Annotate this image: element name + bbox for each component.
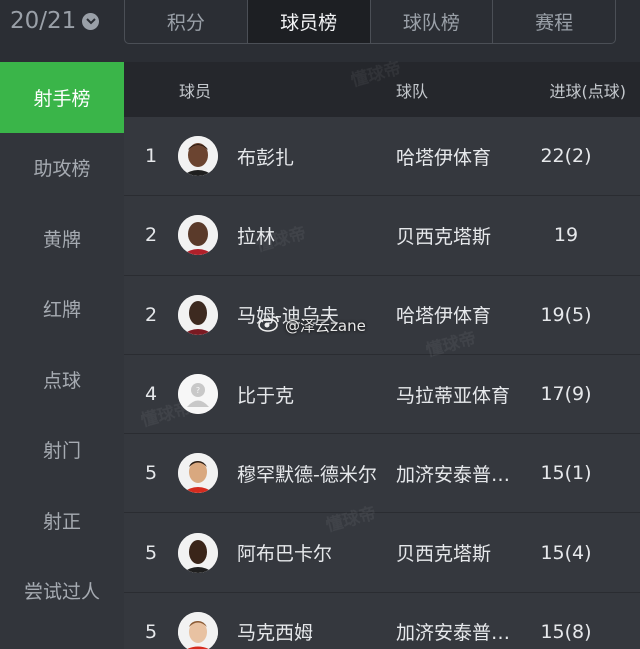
rank: 4 — [144, 383, 158, 406]
tab-standings[interactable]: 积分 — [125, 0, 248, 43]
sidebar-item-shots-on-target[interactable]: 射正 — [0, 485, 124, 556]
tab-team-rankings[interactable]: 球队榜 — [371, 0, 494, 43]
rank: 5 — [144, 620, 158, 643]
team-name: 贝西克塔斯 — [396, 225, 492, 248]
player-name: 马克西姆 — [237, 622, 314, 645]
table-row[interactable]: 2 马姆-迪乌夫 哈塔伊体育 19(5) — [124, 275, 640, 355]
avatar — [178, 453, 218, 494]
tab-schedule[interactable]: 赛程 — [493, 0, 615, 43]
goals: 15(1) — [540, 462, 592, 485]
weibo-watermark: @泽云zane — [258, 314, 366, 336]
sidebar-item-red-cards[interactable]: 红牌 — [0, 274, 124, 345]
table-row[interactable]: 5 马克西姆 加济安泰普体育 15(8) — [124, 592, 640, 649]
team-name: 哈塔伊体育 — [396, 146, 492, 169]
sidebar-item-penalties[interactable]: 点球 — [0, 344, 124, 415]
rank: 5 — [144, 541, 158, 564]
team-name: 马拉蒂亚体育 — [396, 384, 511, 407]
table-header: 球员 球队 进球(点球) — [124, 62, 640, 117]
avatar — [178, 611, 218, 649]
tab-bar: 积分 球员榜 球队榜 赛程 — [124, 0, 616, 44]
player-name: 拉林 — [237, 225, 276, 248]
avatar — [178, 532, 218, 573]
sidebar-item-yellow-cards[interactable]: 黄牌 — [0, 203, 124, 274]
rank: 1 — [144, 145, 158, 168]
table-row[interactable]: 5 穆罕默德-德米尔 加济安泰普体育 15(1) — [124, 434, 640, 514]
svg-text:?: ? — [196, 386, 200, 395]
player-name: 穆罕默德-德米尔 — [237, 463, 377, 486]
goals: 15(8) — [540, 620, 592, 643]
team-name: 加济安泰普体育 — [396, 622, 526, 645]
chevron-down-icon — [82, 12, 100, 30]
season-selector[interactable]: 20/21 — [10, 4, 100, 38]
player-name: 比于克 — [237, 384, 295, 407]
top-bar: 20/21 积分 球员榜 球队榜 赛程 — [0, 0, 640, 62]
avatar — [178, 294, 218, 335]
header-team: 球队 — [396, 81, 429, 101]
team-name: 哈塔伊体育 — [396, 305, 492, 328]
tab-player-rankings[interactable]: 球员榜 — [247, 0, 371, 43]
avatar — [178, 215, 218, 256]
weibo-icon — [258, 314, 280, 336]
season-label: 20/21 — [10, 8, 77, 34]
goals: 19 — [553, 224, 579, 247]
player-name: 阿布巴卡尔 — [237, 543, 333, 566]
table-row[interactable]: 2 拉林 贝西克塔斯 19 — [124, 196, 640, 276]
rankings-table: 球员 球队 进球(点球) 1 布彭扎 哈塔伊体育 22(2) 2 拉林 贝西克塔… — [124, 62, 640, 649]
team-name: 贝西克塔斯 — [396, 543, 492, 566]
sidebar-item-dribbles[interactable]: 尝试过人 — [0, 556, 124, 627]
team-name: 加济安泰普体育 — [396, 463, 526, 486]
table-row[interactable]: 1 布彭扎 哈塔伊体育 22(2) — [124, 117, 640, 197]
sidebar-item-shots[interactable]: 射门 — [0, 415, 124, 486]
table-row[interactable]: 4 ? 比于克 马拉蒂亚体育 17(9) — [124, 354, 640, 435]
header-player: 球员 — [179, 81, 212, 101]
goals: 22(2) — [540, 145, 592, 168]
player-name: 布彭扎 — [237, 146, 295, 169]
header-goals: 进球(点球) — [549, 81, 627, 101]
placeholder-avatar-icon: ? — [178, 374, 218, 415]
rank: 5 — [144, 462, 158, 485]
rank: 2 — [144, 224, 158, 247]
goals: 15(4) — [540, 541, 592, 564]
goals: 19(5) — [540, 303, 592, 326]
sidebar: 射手榜 助攻榜 黄牌 红牌 点球 射门 射正 尝试过人 — [0, 62, 124, 649]
sidebar-item-top-scorers[interactable]: 射手榜 — [0, 62, 124, 133]
table-row[interactable]: 5 阿布巴卡尔 贝西克塔斯 15(4) — [124, 513, 640, 593]
avatar — [178, 136, 218, 177]
goals: 17(9) — [540, 383, 592, 406]
sidebar-item-assists[interactable]: 助攻榜 — [0, 133, 124, 204]
rank: 2 — [144, 303, 158, 326]
weibo-handle: @泽云zane — [285, 316, 366, 335]
